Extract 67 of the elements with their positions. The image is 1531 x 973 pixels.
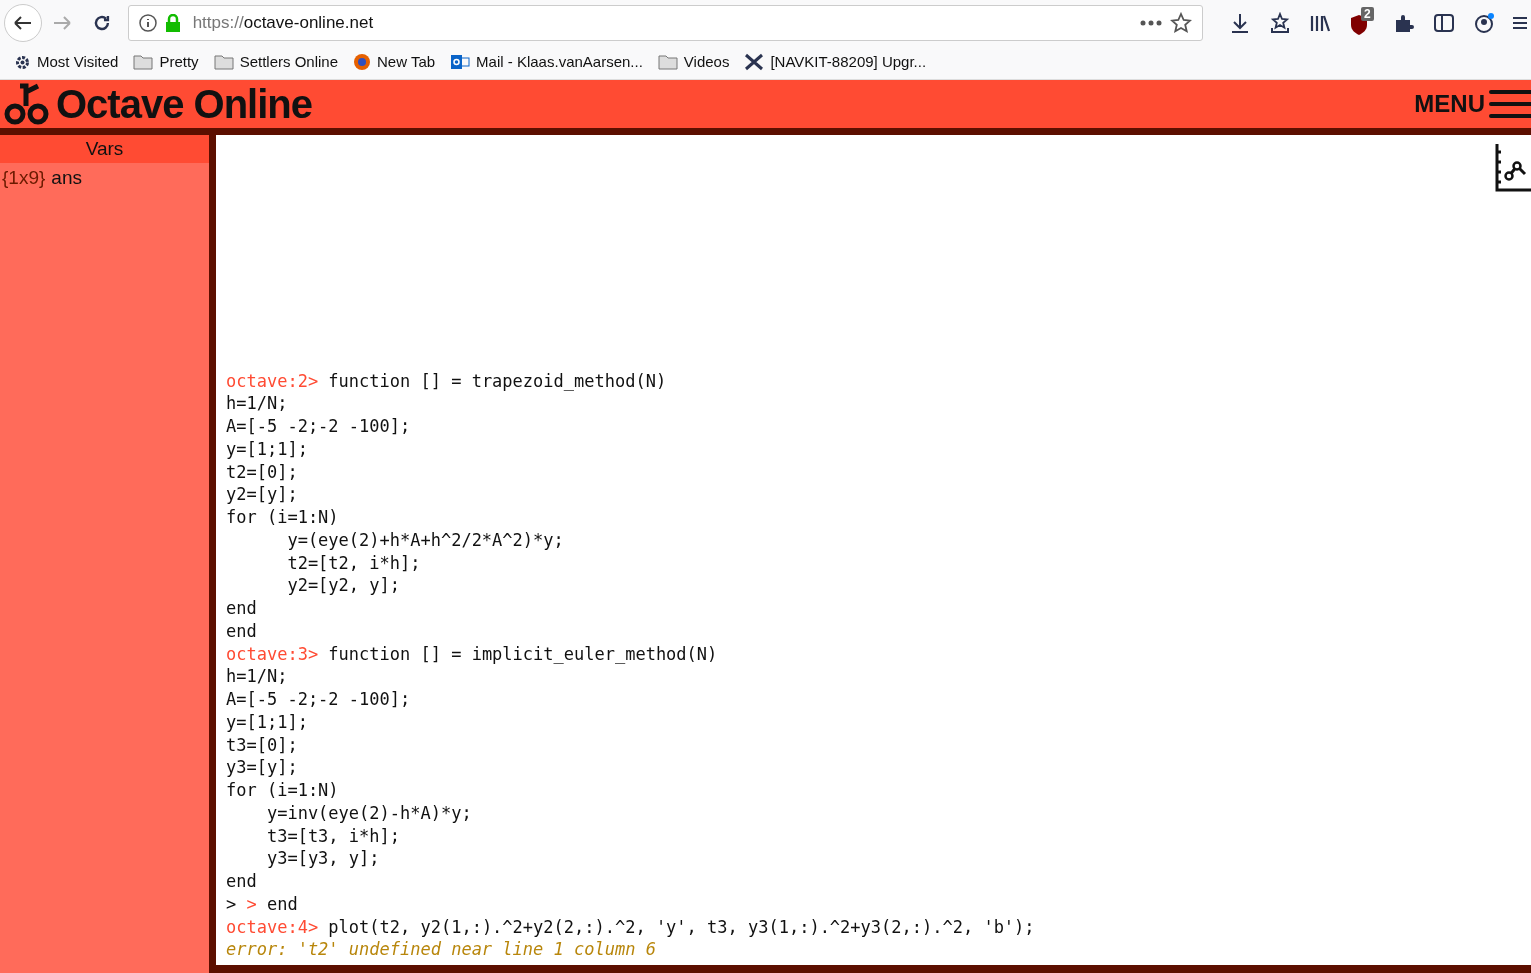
variable-size: {1x9} [2, 166, 46, 190]
code-text: A=[-5 -2;-2 -100]; [226, 415, 411, 438]
code-text: y2=[y2, y]; [286, 574, 400, 597]
code-text: > [226, 892, 238, 916]
more-icon[interactable] [1140, 19, 1162, 26]
code-text: function [] = trapezoid_method(N) [328, 369, 667, 393]
prompt-text: octave:3> [226, 642, 320, 666]
error-text: error: 't2' undefined near line 1 column 6 [226, 938, 656, 961]
vars-title: Vars [0, 135, 209, 163]
folder-icon [133, 54, 154, 70]
address-bar[interactable]: https://octave-online.net [127, 4, 1203, 41]
bookmark-link[interactable]: [NAVKIT-88209] Upgr... [770, 50, 927, 74]
prompt-text: octave:2> [226, 369, 320, 393]
account-icon[interactable] [1473, 11, 1495, 34]
folder-icon [213, 54, 234, 70]
code-text: function [] = implicit_euler_method(N) [328, 642, 718, 666]
hamburger-icon [1489, 89, 1531, 119]
code-text: y3=[y]; [226, 756, 298, 779]
globe-icon [353, 53, 371, 71]
mail-icon [450, 53, 471, 71]
code-text: y3=[y3, y]; [265, 847, 380, 870]
sidebar-icon[interactable] [1433, 12, 1455, 33]
code-text: y2=[y]; [226, 483, 298, 506]
code-text: h=1/N; [226, 665, 288, 688]
code-text: t3=[t3, i*h]; [265, 824, 400, 848]
download-icon[interactable] [1229, 11, 1251, 34]
prompt-text: > [246, 892, 258, 916]
url-text[interactable]: https://octave-online.net [192, 9, 374, 36]
prompt-text: octave:4> [226, 915, 320, 939]
bookmark-link[interactable]: Mail - Klaas.vanAarsen... [476, 50, 643, 74]
padlock-icon [164, 13, 181, 32]
extension-badge: 2 [1361, 6, 1374, 21]
code-text: for (i=1:N) [226, 779, 339, 802]
back-button[interactable] [4, 3, 42, 42]
code-text: y=inv(eye(2)-h*A)*y; [265, 801, 472, 825]
code-text: y=[1;1]; [226, 710, 308, 734]
code-text: end [226, 870, 257, 893]
code-text: t2=[t2, i*h]; [286, 551, 421, 575]
code-text: t3=[0]; [226, 733, 298, 757]
code-text: y=[1;1]; [226, 437, 308, 461]
gear-icon [14, 53, 31, 71]
code-text: t2=[0]; [226, 460, 298, 484]
bookmark-link[interactable]: Videos [683, 50, 730, 74]
code-text: h=1/N; [226, 392, 288, 415]
star-icon[interactable] [1170, 11, 1192, 34]
menu-button[interactable]: MENU [1414, 86, 1531, 122]
back-arrow-icon [12, 14, 33, 31]
variable-name[interactable]: ans [51, 163, 82, 193]
code-text: plot(t2, y2(1,:).^2+y2(2,:).^2, 'y', t3, y3(1,:).^2+y3(2,:).^2, 'b'); [328, 915, 1035, 939]
code-text: end [226, 597, 257, 620]
folder-icon [657, 54, 678, 70]
logo-text: Octave Online [56, 84, 312, 124]
code-text: for (i=1:N) [226, 506, 339, 529]
crossed-tools-icon [744, 53, 765, 71]
info-icon[interactable] [138, 13, 157, 32]
code-text: end [266, 892, 298, 916]
code-text: A=[-5 -2;-2 -100]; [226, 688, 411, 711]
bookmark-link[interactable]: New Tab [377, 50, 436, 74]
logo-icon [4, 82, 50, 126]
code-text: end [226, 619, 257, 643]
bookmark-link[interactable]: Settlers Online [239, 50, 338, 74]
bookmark-link[interactable]: Most Visited [37, 50, 119, 74]
plot-icon[interactable] [1495, 142, 1531, 192]
bookmark-link[interactable]: Pretty [159, 50, 199, 74]
code-text: y=(eye(2)+h*A+h^2/2*A^2)*y; [286, 528, 564, 552]
star-tray-icon[interactable] [1269, 11, 1291, 34]
menu-icon[interactable] [1513, 14, 1527, 31]
